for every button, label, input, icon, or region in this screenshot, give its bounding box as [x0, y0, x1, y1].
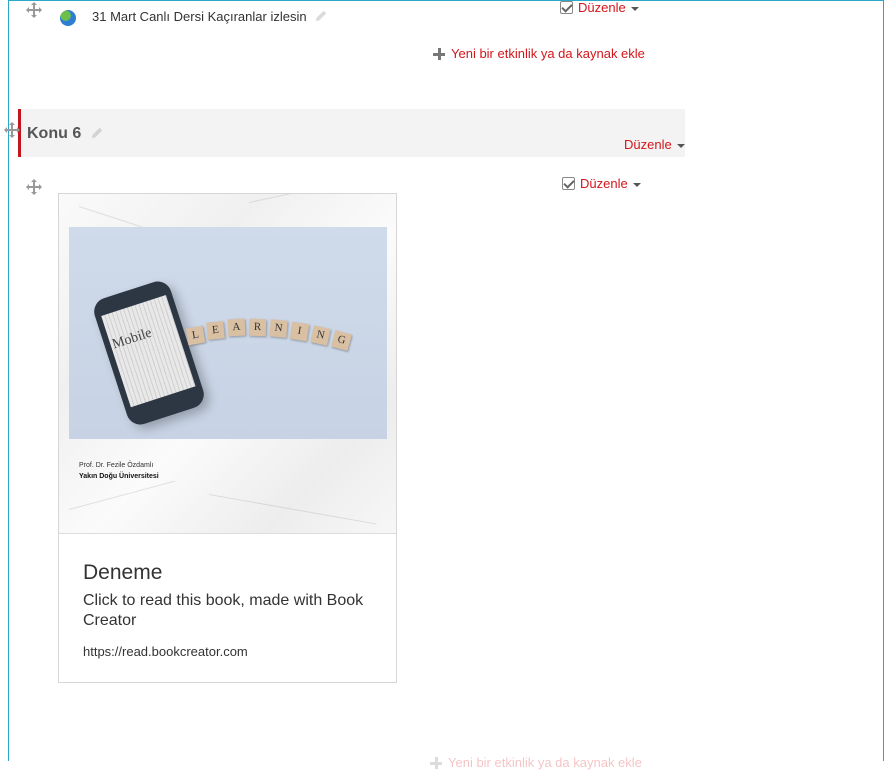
book-url[interactable]: https://read.bookcreator.com [83, 644, 248, 659]
completion-checkbox-icon[interactable] [562, 177, 575, 190]
book-title[interactable]: Deneme [83, 561, 162, 585]
book-edit-menu[interactable]: Düzenle [562, 176, 641, 191]
section-edit-label[interactable]: Düzenle [624, 137, 672, 152]
edit-menu-label[interactable]: Düzenle [578, 0, 626, 15]
section-edit-menu[interactable]: Düzenle [624, 137, 685, 152]
move-icon[interactable] [26, 2, 42, 18]
book-cover[interactable]: Mobile L E A R N I N G Prof. Dr. Fezile … [59, 194, 396, 534]
add-activity-link-bottom[interactable]: Yeni bir etkinlik ya da kaynak ekle [430, 755, 642, 770]
marble-vein [208, 494, 377, 525]
globe-icon [60, 10, 76, 26]
book-description: Click to read this book, made with Book … [83, 592, 364, 629]
letter-tile: I [289, 321, 310, 342]
marble-vein [248, 194, 387, 203]
caret-down-icon [630, 6, 639, 11]
letter-tile: R [248, 318, 267, 337]
letter-tile: N [269, 319, 288, 338]
edit-title-icon[interactable] [314, 9, 328, 23]
letter-tile: A [227, 318, 246, 337]
letter-tile: E [206, 321, 225, 340]
marble-vein [68, 480, 176, 510]
activity-title-link[interactable]: 31 Mart Canlı Dersi Kaçıranlar izlesin [92, 9, 328, 24]
add-activity-label[interactable]: Yeni bir etkinlik ya da kaynak ekle [448, 755, 642, 770]
cover-author: Prof. Dr. Fezile Özdamlı [79, 462, 154, 469]
cover-university: Yakın Doğu Üniversitesi [79, 473, 159, 480]
add-activity-link[interactable]: Yeni bir etkinlik ya da kaynak ekle [433, 46, 645, 61]
section-move-icon[interactable] [4, 122, 20, 138]
caret-down-icon [676, 143, 685, 148]
completion-checkbox-icon[interactable] [560, 1, 573, 14]
letter-tiles: L E A R N I N G [185, 318, 377, 351]
section-title: Konu 6 [27, 125, 104, 143]
book-edit-label[interactable]: Düzenle [580, 176, 628, 191]
caret-down-icon [632, 182, 641, 187]
card-divider [59, 533, 396, 534]
activity-title-text[interactable]: 31 Mart Canlı Dersi Kaçıranlar izlesin [92, 9, 307, 24]
cover-photo: Mobile L E A R N I N G [69, 227, 387, 439]
letter-tile: N [310, 325, 331, 346]
letter-tile: G [331, 330, 352, 351]
phone-image: Mobile [90, 277, 208, 429]
add-activity-label[interactable]: Yeni bir etkinlik ya da kaynak ekle [451, 46, 645, 61]
activity-edit-menu[interactable]: Düzenle [560, 0, 639, 15]
book-card[interactable]: Mobile L E A R N I N G Prof. Dr. Fezile … [58, 193, 397, 683]
plus-icon [430, 756, 442, 769]
section-header [18, 109, 685, 157]
move-icon[interactable] [26, 179, 42, 195]
section-title-text: Konu 6 [27, 125, 82, 142]
edit-section-title-icon[interactable] [90, 126, 104, 140]
letter-tile: L [185, 325, 206, 346]
plus-icon [433, 47, 445, 60]
